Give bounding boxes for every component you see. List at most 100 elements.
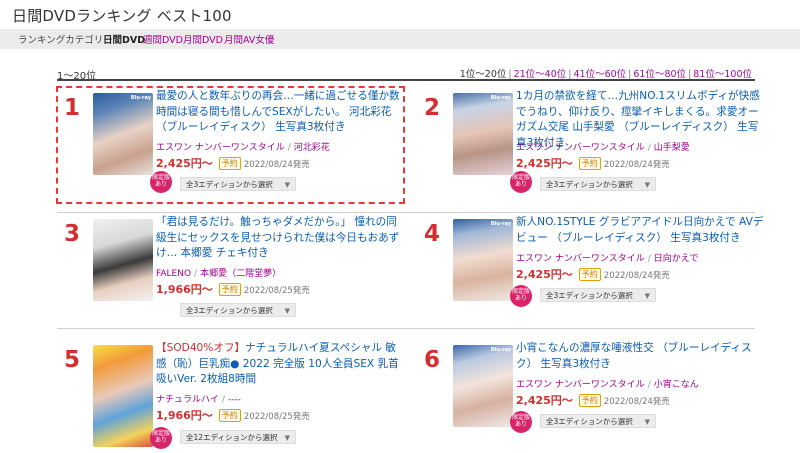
price-line: 2,425円〜 予約 2022/08/24発売: [516, 155, 670, 171]
actress-link[interactable]: 山手梨愛: [654, 143, 690, 153]
product-thumbnail[interactable]: [93, 219, 153, 301]
maker-line: エスワン ナンバーワンスタイル / 小宵こなん: [516, 380, 699, 390]
maker-line: ナチュラルハイ / ----: [156, 395, 241, 405]
rank-number: 2: [424, 95, 441, 121]
ranking-item-1: 1 Blu-ray 最愛の人と数年ぶりの再会…一緒に過ごせる僅か数時間は寝る間も…: [56, 86, 405, 204]
edition-select-label: 全12エディションから選択: [186, 433, 278, 442]
chevron-down-icon: ▼: [644, 292, 650, 300]
category-monthly-dvd[interactable]: 月間DVD: [183, 32, 223, 46]
reservation-badge: 予約: [218, 157, 241, 170]
limited-edition-badge: 限定版あり: [150, 427, 172, 449]
release-date: 2022/08/24発売: [603, 397, 670, 407]
price-line: 2,425円〜 予約 2022/08/24発売: [156, 155, 310, 171]
chevron-down-icon: ▼: [644, 181, 650, 189]
reservation-badge: 予約: [578, 268, 601, 281]
maker-link[interactable]: エスワン ナンバーワンスタイル: [516, 254, 645, 264]
price: 2,425円〜: [516, 268, 573, 281]
reservation-badge: 予約: [578, 157, 601, 170]
actress-link[interactable]: 日向かえで: [654, 254, 699, 264]
price: 1,966円〜: [156, 283, 213, 296]
actress-link[interactable]: 本郷愛（二階堂夢）: [200, 269, 281, 279]
product-title[interactable]: 小宵こなんの濃厚な唾液性交 （ブルーレイディスク） 生写真3枚付き: [516, 341, 766, 372]
category-bar: ランキングカテゴリー 日間DVD 週間DVD 月間DVD 月間AV女優: [0, 29, 800, 49]
release-date: 2022/08/24発売: [243, 160, 310, 170]
edition-select[interactable]: 全3エディションから選択 ▼: [540, 177, 656, 191]
release-date: 2022/08/25発売: [243, 412, 310, 422]
edition-select-label: 全3エディションから選択: [546, 180, 633, 189]
ranking-item-3: 3 「君は見るだけ。触っちゃダメだから。」 憧れの同級生にセックスを見せつけられ…: [60, 215, 399, 327]
category-daily-dvd[interactable]: 日間DVD: [103, 32, 145, 46]
edition-select[interactable]: 全3エディションから選択 ▼: [180, 177, 296, 191]
limited-edition-badge: 限定版あり: [150, 171, 172, 193]
maker-line: FALENO / 本郷愛（二階堂夢）: [156, 269, 282, 279]
edition-select-label: 全3エディションから選択: [186, 306, 273, 315]
page-title: 日間DVDランキング ベスト100: [12, 7, 232, 25]
divider: [57, 79, 755, 81]
edition-select-label: 全3エディションから選択: [546, 291, 633, 300]
edition-select[interactable]: 全3エディションから選択 ▼: [540, 414, 656, 428]
sale-tag: 【SOD40%オフ】: [156, 342, 246, 354]
price: 1,966円〜: [156, 409, 213, 422]
price-line: 2,425円〜 予約 2022/08/24発売: [516, 266, 670, 282]
maker-link[interactable]: FALENO: [156, 269, 191, 279]
maker-link[interactable]: エスワン ナンバーワンスタイル: [516, 380, 645, 390]
maker-link[interactable]: ナチュラルハイ: [156, 395, 219, 405]
pagination: 1位〜20位 | 21位〜40位 | 41位〜60位 | 61位〜80位 | 81位〜100位: [459, 69, 752, 80]
price: 2,425円〜: [156, 157, 213, 170]
edition-select-label: 全3エディションから選択: [186, 180, 273, 189]
maker-line: エスワン ナンバーワンスタイル / 日向かえで: [516, 254, 699, 264]
price: 2,425円〜: [516, 157, 573, 170]
ranking-item-4: 4 Blu-ray 新人NO.1STYLE グラビアアイドル日向かえで AVデビ…: [420, 215, 763, 327]
product-title[interactable]: 「君は見るだけ。触っちゃダメだから。」 憧れの同級生にセックスを見せつけられた僕…: [156, 215, 406, 262]
limited-edition-badge: 限定版あり: [510, 171, 532, 193]
product-thumbnail[interactable]: [93, 345, 153, 447]
product-title[interactable]: 最愛の人と数年ぶりの再会…一緒に過ごせる僅か数時間は寝る間も惜しんでSEXがした…: [156, 89, 406, 136]
chevron-down-icon: ▼: [284, 181, 290, 189]
limited-edition-badge: 限定版あり: [510, 411, 532, 433]
maker-line: エスワン ナンバーワンスタイル / 河北彩花: [156, 143, 330, 153]
price: 2,425円〜: [516, 394, 573, 407]
divider: [57, 328, 755, 329]
edition-select[interactable]: 全3エディションから選択 ▼: [540, 288, 656, 302]
reservation-badge: 予約: [578, 394, 601, 407]
product-thumbnail[interactable]: Blu-ray: [453, 345, 513, 427]
product-thumbnail[interactable]: Blu-ray: [453, 93, 513, 175]
category-weekly-dvd[interactable]: 週間DVD: [143, 32, 183, 46]
rank-number: 1: [64, 95, 81, 121]
divider: [57, 212, 755, 213]
release-date: 2022/08/25発売: [243, 286, 310, 296]
product-title[interactable]: 新人NO.1STYLE グラビアアイドル日向かえで AVデビュー （ブルーレイデ…: [516, 215, 766, 246]
rank-number: 3: [64, 221, 81, 247]
rank-number: 5: [64, 347, 81, 373]
price-line: 1,966円〜 予約 2022/08/25発売: [156, 407, 310, 423]
reservation-badge: 予約: [218, 283, 241, 296]
category-monthly-actress[interactable]: 月間AV女優: [224, 32, 274, 46]
limited-edition-badge: 限定版あり: [510, 285, 532, 307]
product-thumbnail[interactable]: Blu-ray: [453, 219, 513, 301]
maker-link[interactable]: エスワン ナンバーワンスタイル: [516, 143, 645, 153]
release-date: 2022/08/24発売: [603, 271, 670, 281]
ranking-item-2: 2 Blu-ray 1カ月の禁欲を経て…九州NO.1スリムボディが快感でうねり、…: [420, 89, 760, 201]
price-line: 2,425円〜 予約 2022/08/24発売: [516, 392, 670, 408]
ranking-item-5: 5 【SOD40%オフ】ナチュラルハイ夏スペシャル 敏感（恥）巨乳痴● 2022…: [60, 341, 399, 453]
rank-number: 6: [424, 347, 441, 373]
actress-link: ----: [227, 395, 241, 405]
rank-number: 4: [424, 221, 441, 247]
maker-link[interactable]: エスワン ナンバーワンスタイル: [156, 143, 285, 153]
edition-select[interactable]: 全3エディションから選択 ▼: [180, 303, 296, 317]
product-thumbnail[interactable]: Blu-ray: [93, 93, 153, 175]
edition-select[interactable]: 全12エディションから選択 ▼: [180, 430, 296, 444]
price-line: 1,966円〜 予約 2022/08/25発売: [156, 281, 310, 297]
ranking-item-6: 6 Blu-ray 小宵こなんの濃厚な唾液性交 （ブルーレイディスク） 生写真3…: [420, 341, 752, 453]
actress-link[interactable]: 河北彩花: [294, 143, 330, 153]
chevron-down-icon: ▼: [284, 307, 290, 315]
product-title[interactable]: 【SOD40%オフ】ナチュラルハイ夏スペシャル 敏感（恥）巨乳痴● 2022 完…: [156, 341, 406, 388]
actress-link[interactable]: 小宵こなん: [654, 380, 699, 390]
category-label: ランキングカテゴリー: [18, 35, 113, 46]
edition-select-label: 全3エディションから選択: [546, 417, 633, 426]
reservation-badge: 予約: [218, 409, 241, 422]
chevron-down-icon: ▼: [644, 418, 650, 426]
maker-line: エスワン ナンバーワンスタイル / 山手梨愛: [516, 143, 690, 153]
release-date: 2022/08/24発売: [603, 160, 670, 170]
chevron-down-icon: ▼: [284, 434, 290, 442]
